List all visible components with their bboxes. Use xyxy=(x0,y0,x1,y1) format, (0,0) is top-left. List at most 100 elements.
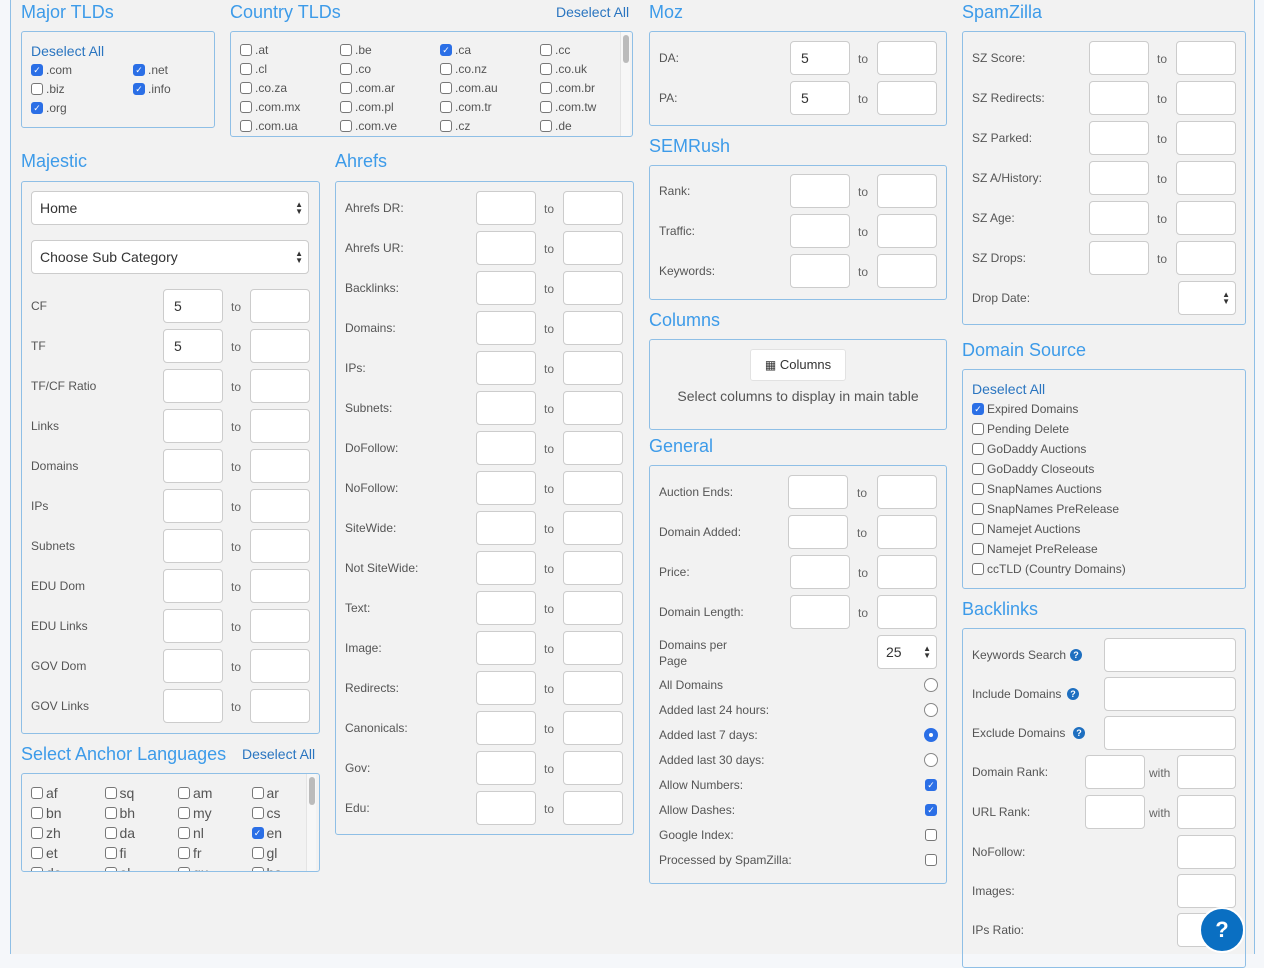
tld-option[interactable]: .cc xyxy=(555,42,570,58)
moz-da-from-input[interactable]: 5 xyxy=(790,41,850,75)
ahrefs-text-from-input[interactable] xyxy=(476,591,536,625)
checkbox[interactable] xyxy=(104,867,117,871)
cbt lang[interactable]: nl xyxy=(193,825,204,841)
general-domain-added-to-input[interactable] xyxy=(877,515,937,549)
checkbox[interactable] xyxy=(240,44,252,56)
sz-score-from-input[interactable] xyxy=(1089,41,1149,75)
cbt lang[interactable]: bh xyxy=(120,805,136,821)
majestic-tf-to-input[interactable] xyxy=(250,329,310,363)
checkbox-checked[interactable]: ✓ xyxy=(925,779,937,791)
cbt lang[interactable]: af xyxy=(46,785,58,801)
majestic-cf-to-input[interactable] xyxy=(250,289,310,323)
ahrefs-ips-from-input[interactable] xyxy=(476,351,536,385)
checkbox[interactable] xyxy=(925,829,937,841)
checkbox[interactable] xyxy=(104,807,117,819)
checkbox[interactable] xyxy=(972,563,984,575)
majestic-links-to-input[interactable] xyxy=(250,409,310,443)
cbt src[interactable]: Pending Delete xyxy=(987,421,1069,437)
ahrefs-domains-to-input[interactable] xyxy=(563,311,623,345)
checkbox[interactable] xyxy=(972,523,984,535)
cbt src[interactable]: Namejet PreRelease xyxy=(987,541,1098,557)
rank-with-input[interactable] xyxy=(1177,755,1236,789)
tld-option[interactable]: .de xyxy=(555,118,572,134)
checkbox[interactable] xyxy=(540,44,552,56)
checkbox[interactable] xyxy=(178,867,190,871)
columns-button[interactable]: ▦ Columns xyxy=(750,349,846,381)
ahrefs-gov-to-input[interactable] xyxy=(563,751,623,785)
semrush-traffic-to-input[interactable] xyxy=(877,214,937,248)
general-domain-added-from-input[interactable] xyxy=(788,515,848,549)
general-auction-ends-to-input[interactable] xyxy=(877,475,937,509)
checkbox[interactable] xyxy=(240,101,252,113)
checkbox[interactable] xyxy=(251,847,264,859)
tld-option[interactable]: .co.nz xyxy=(455,61,487,77)
checkbox[interactable] xyxy=(340,82,352,94)
domains-per-page-select[interactable]: 25 ▲ ▼ xyxy=(877,635,937,669)
checkbox[interactable] xyxy=(31,787,43,799)
checkbox[interactable] xyxy=(251,807,264,819)
checkbox[interactable] xyxy=(178,827,190,839)
majestic-cf-from-input[interactable]: 5 xyxy=(163,289,223,323)
cbt src[interactable]: SnapNames PreRelease xyxy=(987,501,1119,517)
ahrefs-canonicals-from-input[interactable] xyxy=(476,711,536,745)
ahrefs-canonicals-to-input[interactable] xyxy=(563,711,623,745)
backlink-input[interactable] xyxy=(1177,835,1236,869)
checkbox[interactable] xyxy=(31,83,43,95)
deselect-all-major-tlds[interactable]: Deselect All xyxy=(31,42,104,60)
cbt lang[interactable]: am xyxy=(193,785,212,801)
ahrefs-dofollow-to-input[interactable] xyxy=(563,431,623,465)
general-auction-ends-from-input[interactable] xyxy=(788,475,848,509)
majestic-ips-to-input[interactable] xyxy=(250,489,310,523)
ahrefs-subnets-to-input[interactable] xyxy=(563,391,623,425)
rank-input[interactable] xyxy=(1085,755,1145,789)
checkbox[interactable] xyxy=(440,82,452,94)
tld-option[interactable]: .biz xyxy=(46,81,65,97)
ahrefs-redirects-to-input[interactable] xyxy=(563,671,623,705)
rank-input[interactable] xyxy=(1085,795,1145,829)
cbt lang[interactable]: cs xyxy=(267,805,281,821)
moz-pa-from-input[interactable]: 5 xyxy=(790,81,850,115)
scrollbar-thumb[interactable] xyxy=(623,35,629,63)
ahrefs-dofollow-from-input[interactable] xyxy=(476,431,536,465)
sz-parked-to-input[interactable] xyxy=(1176,121,1236,155)
checkbox[interactable] xyxy=(178,847,190,859)
category-select[interactable]: Home ▲ ▼ xyxy=(31,191,309,225)
tld-option[interactable]: .com.ve xyxy=(355,118,397,134)
sz-drops-to-input[interactable] xyxy=(1176,241,1236,275)
checkbox-checked[interactable]: ✓ xyxy=(31,64,43,76)
scrollbar[interactable] xyxy=(306,774,316,871)
checkbox[interactable] xyxy=(251,867,264,871)
tld-option[interactable]: .co.za xyxy=(255,80,287,96)
checkbox[interactable] xyxy=(972,463,984,475)
semrush-rank-from-input[interactable] xyxy=(790,174,850,208)
checkbox[interactable] xyxy=(340,44,352,56)
ahrefs-backlinks-to-input[interactable] xyxy=(563,271,623,305)
cbt src[interactable]: ccTLD (Country Domains) xyxy=(987,561,1126,577)
cbt lang[interactable]: ar xyxy=(267,785,279,801)
checkbox[interactable] xyxy=(178,787,190,799)
tld-option[interactable]: .com xyxy=(46,62,72,78)
ahrefs-gov-from-input[interactable] xyxy=(476,751,536,785)
cbt lang[interactable]: ha xyxy=(267,865,283,871)
majestic-tf-cf-ratio-from-input[interactable] xyxy=(163,369,223,403)
sz-a-history-from-input[interactable] xyxy=(1089,161,1149,195)
drop-date-select[interactable]: ▲ ▼ xyxy=(1178,281,1236,315)
cbt lang[interactable]: bn xyxy=(46,805,62,821)
cbt lang[interactable]: el xyxy=(120,865,131,871)
checkbox[interactable] xyxy=(972,443,984,455)
checkbox[interactable] xyxy=(925,854,937,866)
sz-parked-from-input[interactable] xyxy=(1089,121,1149,155)
tld-option[interactable]: .cl xyxy=(255,61,267,77)
help-button[interactable]: ? xyxy=(1199,907,1245,953)
cbt lang[interactable]: en xyxy=(267,825,283,841)
checkbox[interactable] xyxy=(240,82,252,94)
sz-redirects-from-input[interactable] xyxy=(1089,81,1149,115)
checkbox[interactable] xyxy=(972,543,984,555)
ahrefs-subnets-from-input[interactable] xyxy=(476,391,536,425)
checkbox-checked[interactable]: ✓ xyxy=(925,804,937,816)
checkbox[interactable] xyxy=(440,63,452,75)
general-price-from-input[interactable] xyxy=(790,555,850,589)
radio[interactable] xyxy=(924,753,938,767)
majestic-tf-from-input[interactable]: 5 xyxy=(163,329,223,363)
checkbox-checked[interactable]: ✓ xyxy=(133,83,145,95)
